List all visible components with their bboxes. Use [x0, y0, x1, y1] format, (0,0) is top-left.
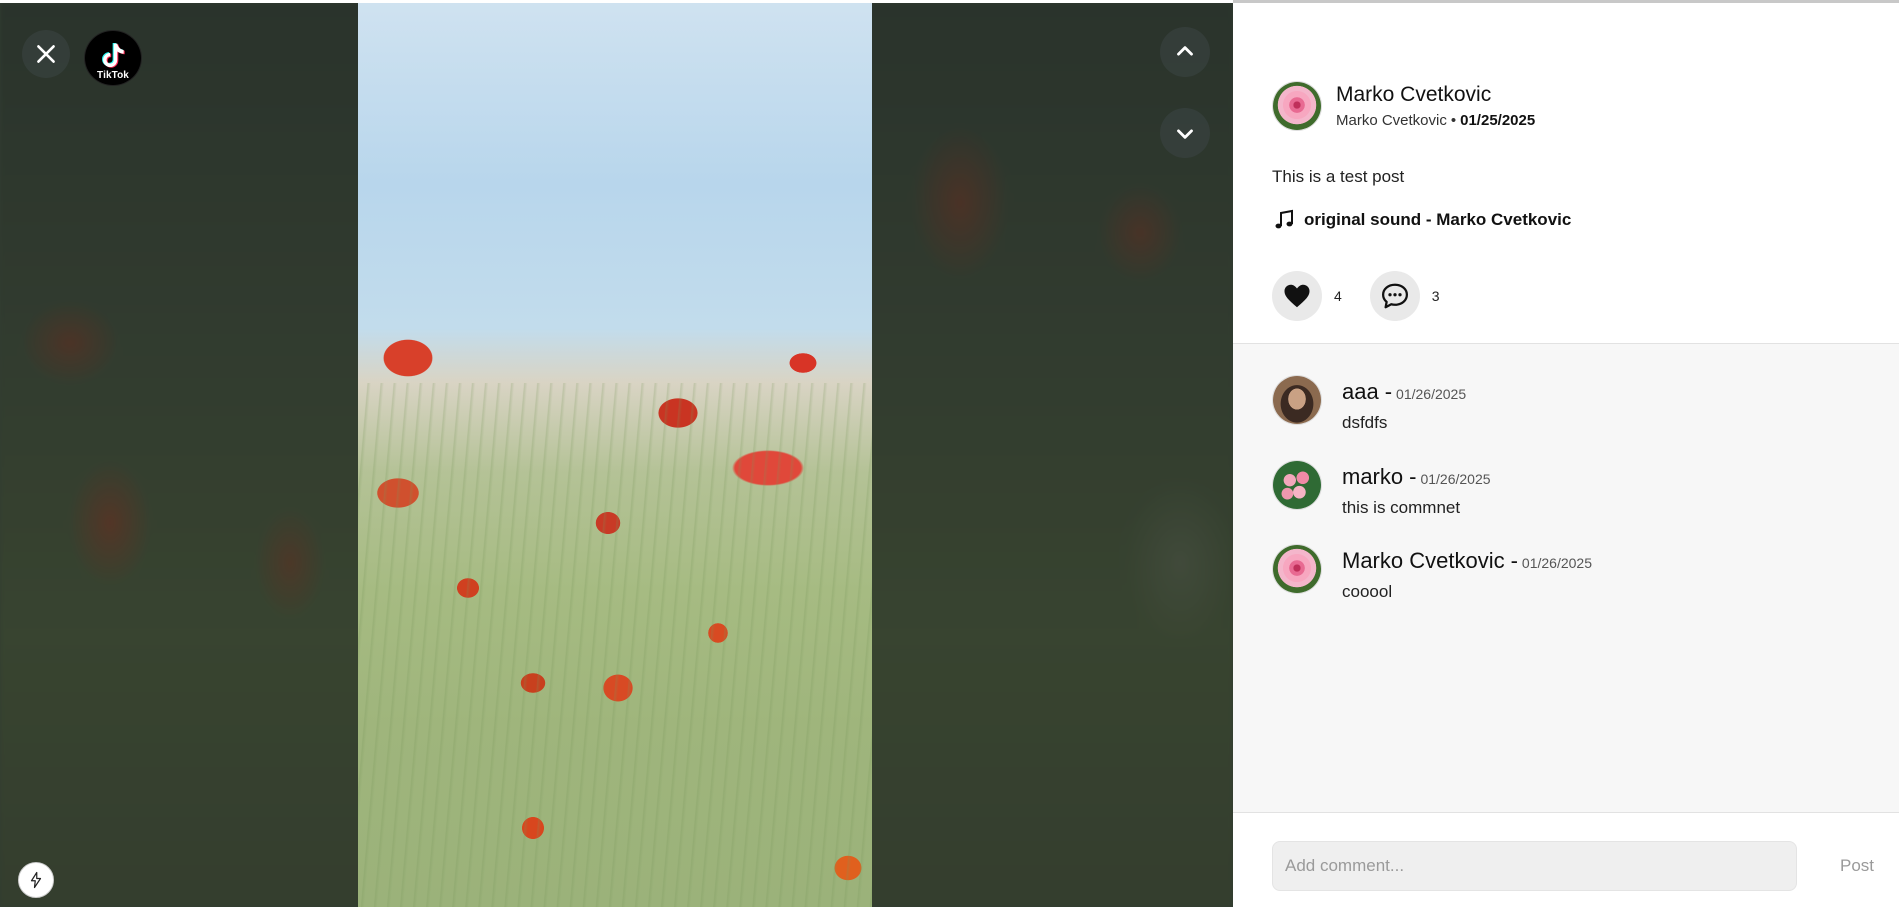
comment-text: this is commnet — [1342, 498, 1461, 517]
comment-separator: - — [1510, 548, 1518, 573]
author-avatar[interactable] — [1272, 81, 1322, 131]
next-video-button[interactable] — [1160, 108, 1210, 158]
like-button[interactable] — [1272, 271, 1322, 321]
comment-button[interactable] — [1369, 271, 1420, 321]
lightning-button[interactable] — [18, 862, 54, 898]
commenter-avatar[interactable] — [1272, 375, 1322, 425]
heart-icon — [1284, 284, 1310, 308]
sound-label: original sound - Marko Cvetkovic — [1304, 210, 1572, 229]
comment-separator: - — [1384, 379, 1393, 404]
comments-list: aaa - 01/26/2025 dsfdfs marko - 01/26/20… — [1233, 343, 1899, 813]
commenter-name[interactable]: marko — [1342, 464, 1403, 490]
comment-composer: Post — [1233, 813, 1899, 907]
post-header: Marko Cvetkovic Marko Cvetkovic • 01/25/20… — [1272, 81, 1535, 131]
video-player[interactable] — [358, 3, 872, 907]
commenter-name[interactable]: Marko Cvetkovic — [1342, 548, 1505, 574]
post-comment-button[interactable]: Post — [1840, 856, 1874, 876]
post-date: 01/25/2025 — [1460, 112, 1536, 129]
comment-text: cooool — [1342, 582, 1393, 601]
author-name[interactable]: Marko Cvetkovic — [1336, 83, 1535, 107]
tiktok-icon — [102, 42, 125, 68]
comment-item: Marko Cvetkovic - 01/26/2025 cooool — [1272, 544, 1592, 602]
close-button[interactable] — [22, 30, 70, 78]
sound-link[interactable]: original sound - Marko Cvetkovic — [1272, 208, 1571, 232]
comment-input[interactable] — [1272, 841, 1797, 891]
author-meta: Marko Cvetkovic • 01/25/2025 — [1336, 112, 1535, 129]
meta-separator: • — [1450, 112, 1457, 129]
chevron-up-icon — [1177, 46, 1193, 56]
previous-video-button[interactable] — [1160, 27, 1210, 77]
post-details-panel: Marko Cvetkovic Marko Cvetkovic • 01/25/20… — [1233, 0, 1899, 907]
music-note-icon — [1275, 209, 1293, 229]
close-icon — [37, 45, 55, 63]
post-caption: This is a test post — [1272, 167, 1405, 186]
comment-bubble-icon — [1381, 283, 1408, 309]
comment-count: 3 — [1431, 288, 1440, 304]
video-stage: TikTok — [0, 3, 1233, 907]
logo-text: TikTok — [97, 69, 129, 81]
comment-date: 01/26/2025 — [1420, 471, 1491, 487]
like-count: 4 — [1334, 288, 1342, 304]
chevron-down-icon — [1177, 129, 1193, 139]
comment-text: dsfdfs — [1342, 413, 1388, 432]
comment-separator: - — [1409, 464, 1417, 489]
commenter-avatar[interactable] — [1272, 544, 1322, 594]
author-handle: Marko Cvetkovic — [1336, 112, 1447, 129]
tiktok-logo[interactable]: TikTok — [84, 30, 142, 86]
comment-item: marko - 01/26/2025 this is commnet — [1272, 460, 1491, 518]
commenter-name[interactable]: aaa — [1342, 379, 1379, 405]
comment-date: 01/26/2025 — [1521, 555, 1592, 571]
lightning-icon — [30, 871, 42, 889]
commenter-avatar[interactable] — [1272, 460, 1322, 510]
post-actions: 4 3 — [1272, 271, 1468, 321]
comment-date: 01/26/2025 — [1396, 386, 1467, 402]
comment-item: aaa - 01/26/2025 dsfdfs — [1272, 375, 1466, 433]
